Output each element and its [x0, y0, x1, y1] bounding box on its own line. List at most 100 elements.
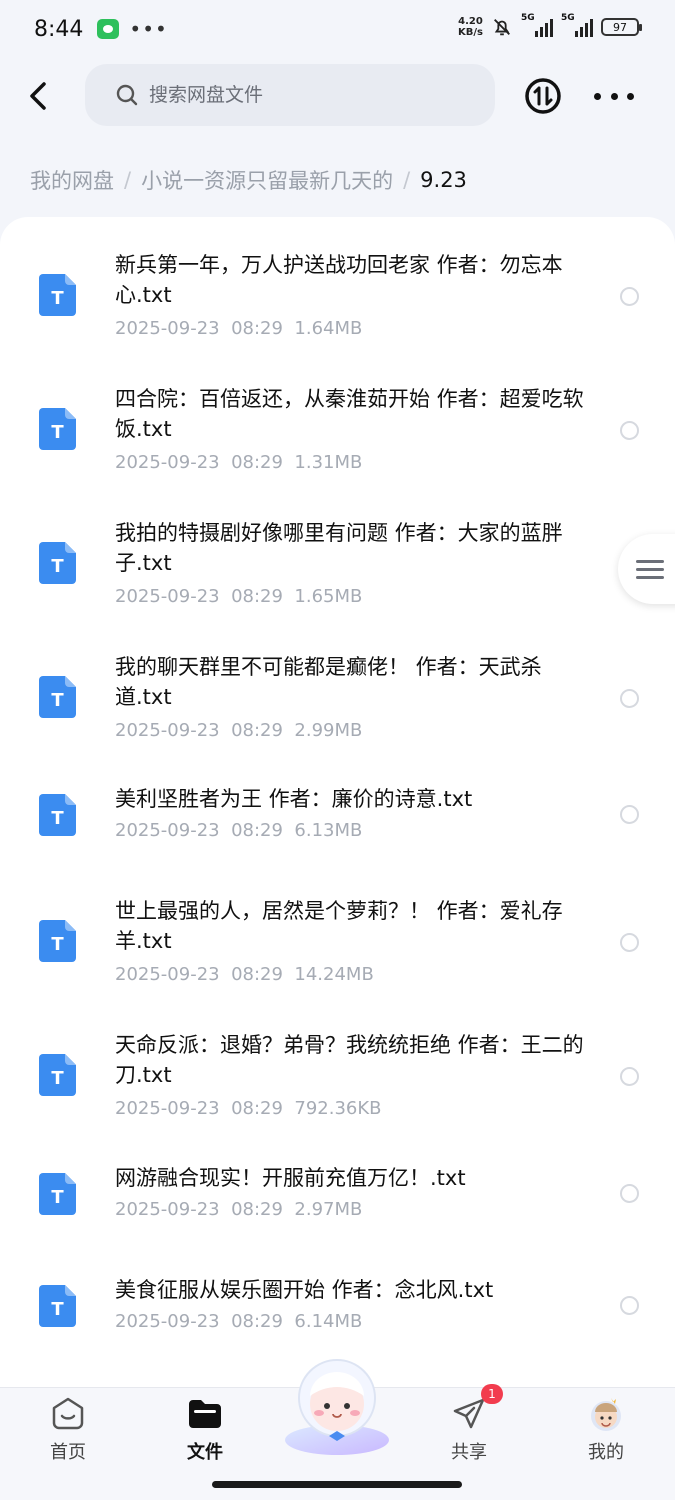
file-meta: 2025-09-23 08:29 2.97MB [115, 1199, 362, 1220]
file-time: 08:29 [231, 820, 283, 841]
nav-label-files: 文件 [187, 1442, 223, 1463]
file-date: 2025-09-23 [115, 1311, 220, 1332]
txt-file-icon: T [39, 1054, 76, 1096]
breadcrumb-current: 9.23 [420, 168, 467, 192]
file-date: 2025-09-23 [115, 720, 220, 741]
file-name: 美利坚胜者为王 作者：廉价的诗意.txt [115, 787, 473, 811]
nav-item-files[interactable]: 文件 [155, 1388, 255, 1468]
file-name: 我的聊天群里不可能都是癫佬！ 作者：天武杀道.txt [115, 655, 542, 709]
file-size: 2.97MB [294, 1199, 363, 1220]
home-indicator[interactable] [212, 1481, 462, 1488]
file-meta: 2025-09-23 08:29 792.36KB [115, 1098, 382, 1119]
txt-file-icon: T [39, 920, 76, 962]
network-speed-unit: KB/s [458, 27, 483, 38]
txt-file-icon: T [39, 1173, 76, 1215]
more-dot-icon [594, 92, 601, 100]
select-radio[interactable] [620, 689, 639, 708]
breadcrumb-item-root[interactable]: 我的网盘 [30, 165, 114, 195]
file-time: 08:29 [231, 586, 283, 607]
file-icon-letter: T [51, 1299, 64, 1320]
select-radio[interactable] [620, 933, 639, 952]
file-time: 08:29 [231, 1098, 283, 1119]
file-meta: 2025-09-23 08:29 14.24MB [115, 964, 374, 985]
file-meta: 2025-09-23 08:29 1.65MB [115, 586, 362, 607]
file-date: 2025-09-23 [115, 318, 220, 339]
select-radio[interactable] [620, 1184, 639, 1203]
file-row[interactable]: T 美食征服从娱乐圈开始 作者：念北风.txt 2025-09-23 08:29… [0, 1253, 675, 1363]
select-radio[interactable] [620, 1067, 639, 1086]
nav-label-home: 首页 [50, 1442, 86, 1463]
back-icon[interactable] [20, 76, 60, 116]
file-size: 1.65MB [294, 586, 363, 607]
paper-plane-icon [453, 1398, 485, 1429]
file-date: 2025-09-23 [115, 1199, 220, 1220]
battery-icon: 97 [601, 18, 642, 36]
wechat-icon [97, 19, 120, 39]
transfer-icon[interactable] [524, 77, 562, 115]
file-row[interactable]: T 我拍的特摄剧好像哪里有问题 作者：大家的蓝胖子.txt 2025-09-23… [0, 485, 675, 619]
network-speed: 4.20 KB/s [458, 16, 483, 38]
file-size: 1.31MB [294, 452, 363, 473]
txt-file-icon: T [39, 274, 76, 316]
nav-item-share[interactable]: 1 共享 [419, 1384, 519, 1468]
file-time: 08:29 [231, 452, 283, 473]
signal-label: 5G [521, 13, 535, 23]
file-icon-letter: T [51, 808, 64, 829]
select-radio[interactable] [620, 1296, 639, 1315]
nav-label-share: 共享 [451, 1442, 487, 1463]
file-name: 美食征服从娱乐圈开始 作者：念北风.txt [115, 1278, 494, 1302]
file-name: 网游融合现实！开服前充值万亿！.txt [115, 1166, 466, 1190]
assistant-mascot-icon[interactable] [277, 1352, 397, 1457]
signal-icon: 5G [561, 13, 593, 37]
file-date: 2025-09-23 [115, 964, 220, 985]
status-right: 4.20 KB/s 5G 5G 97 [458, 13, 642, 38]
select-radio[interactable] [620, 805, 639, 824]
file-date: 2025-09-23 [115, 820, 220, 841]
file-icon-letter: T [51, 1187, 64, 1208]
status-time: 8:44 [34, 16, 84, 42]
file-name: 天命反派：退婚？弟骨？我统统拒绝 作者：王二的刀.txt [115, 1033, 584, 1087]
more-notifications-icon: ••• [129, 17, 168, 41]
file-row[interactable]: T 天命反派：退婚？弟骨？我统统拒绝 作者：王二的刀.txt 2025-09-2… [0, 1009, 675, 1143]
nav-item-mine[interactable]: 我的 [556, 1388, 656, 1468]
select-radio[interactable] [620, 287, 639, 306]
select-radio[interactable] [620, 421, 639, 440]
nav-item-home[interactable]: 首页 [18, 1388, 118, 1468]
file-name: 世上最强的人，居然是个萝莉？！ 作者：爱礼存羊.txt [115, 899, 563, 953]
share-badge: 1 [481, 1384, 503, 1404]
file-size: 6.13MB [294, 820, 363, 841]
file-time: 08:29 [231, 318, 283, 339]
file-icon-letter: T [51, 422, 64, 443]
bell-muted-icon [494, 19, 510, 36]
file-name: 新兵第一年，万人护送战功回老家 作者：勿忘本心.txt [115, 253, 563, 307]
signal-icon: 5G [521, 13, 553, 37]
more-options-button[interactable] [594, 82, 634, 110]
breadcrumb: 我的网盘 / 小说一资源只留最新几天的 / 9.23 [30, 160, 467, 200]
more-dot-icon [627, 92, 634, 100]
status-bar: 8:44 ••• 4.20 KB/s 5G 5G 97 [0, 0, 675, 58]
file-time: 08:29 [231, 1199, 283, 1220]
file-row[interactable]: T 美利坚胜者为王 作者：廉价的诗意.txt 2025-09-23 08:29 … [0, 753, 675, 853]
file-row[interactable]: T 四合院：百倍返还，从秦淮茹开始 作者：超爱吃软饭.txt 2025-09-2… [0, 351, 675, 485]
file-date: 2025-09-23 [115, 1098, 220, 1119]
folder-icon [189, 1400, 221, 1428]
search-bar[interactable] [85, 64, 495, 126]
file-meta: 2025-09-23 08:29 2.99MB [115, 720, 362, 741]
file-size: 14.24MB [294, 964, 374, 985]
file-row[interactable]: T 世上最强的人，居然是个萝莉？！ 作者：爱礼存羊.txt 2025-09-23… [0, 853, 675, 1009]
avatar-icon [591, 1398, 621, 1431]
file-date: 2025-09-23 [115, 586, 220, 607]
file-row[interactable]: T 我的聊天群里不可能都是癫佬！ 作者：天武杀道.txt 2025-09-23 … [0, 619, 675, 753]
search-input[interactable] [149, 84, 469, 106]
txt-file-icon: T [39, 794, 76, 836]
file-meta: 2025-09-23 08:29 6.14MB [115, 1311, 362, 1332]
breadcrumb-separator: / [403, 168, 411, 192]
file-row[interactable]: T 新兵第一年，万人护送战功回老家 作者：勿忘本心.txt 2025-09-23… [0, 217, 675, 351]
file-row[interactable]: T 网游融合现实！开服前充值万亿！.txt 2025-09-23 08:29 2… [0, 1143, 675, 1253]
txt-file-icon: T [39, 542, 76, 584]
breadcrumb-item-folder[interactable]: 小说一资源只留最新几天的 [141, 165, 393, 195]
file-icon-letter: T [51, 556, 64, 577]
signal-label: 5G [561, 13, 575, 23]
file-icon-letter: T [51, 288, 64, 309]
file-size: 1.64MB [294, 318, 363, 339]
